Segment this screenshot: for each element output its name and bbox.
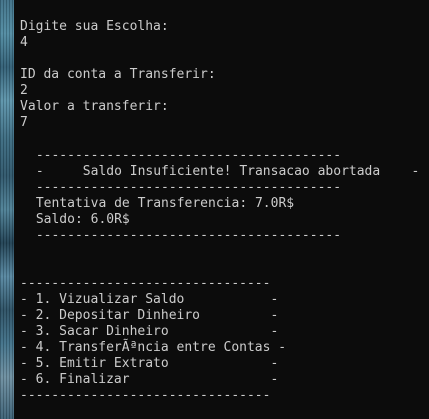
menu-item-transfer: - 4. TransferÃªncia entre Contas - (20, 340, 287, 356)
account-prompt: ID da conta a Transferir: (20, 67, 216, 83)
console-text-area: Digite sua Escolha: 4 ID da conta a Tran… (0, 0, 429, 419)
amount-value: 7 (20, 115, 28, 131)
menu-item-statement: - 5. Emitir Extrato - (20, 356, 279, 372)
transaction-box-mid-border: --------------------------------------- (28, 180, 342, 196)
choice-value: 4 (20, 35, 28, 51)
menu-item-view-balance: - 1. Vizualizar Saldo - (20, 292, 279, 308)
menu-item-exit: - 6. Finalizar - (20, 372, 279, 388)
insufficient-balance-message: - Saldo Insuficiente! Transacao abortada… (28, 164, 420, 180)
transfer-attempt-text: Tentativa de Transferencia: 7.0R$ (28, 196, 295, 212)
console-window[interactable]: Digite sua Escolha: 4 ID da conta a Tran… (0, 0, 429, 419)
menu-bottom-border: -------------------------------- (20, 388, 271, 404)
menu-item-deposit: - 2. Depositar Dinheiro - (20, 308, 279, 324)
transaction-box-top-border: --------------------------------------- (28, 148, 342, 164)
balance-text: Saldo: 6.0R$ (28, 212, 130, 228)
transaction-box-bottom-border: --------------------------------------- (28, 228, 342, 244)
amount-prompt: Valor a transferir: (20, 99, 169, 115)
menu-item-withdraw: - 3. Sacar Dinheiro - (20, 324, 279, 340)
choice-prompt: Digite sua Escolha: (20, 19, 169, 35)
account-value: 2 (20, 83, 28, 99)
menu-top-border: -------------------------------- (20, 276, 271, 292)
